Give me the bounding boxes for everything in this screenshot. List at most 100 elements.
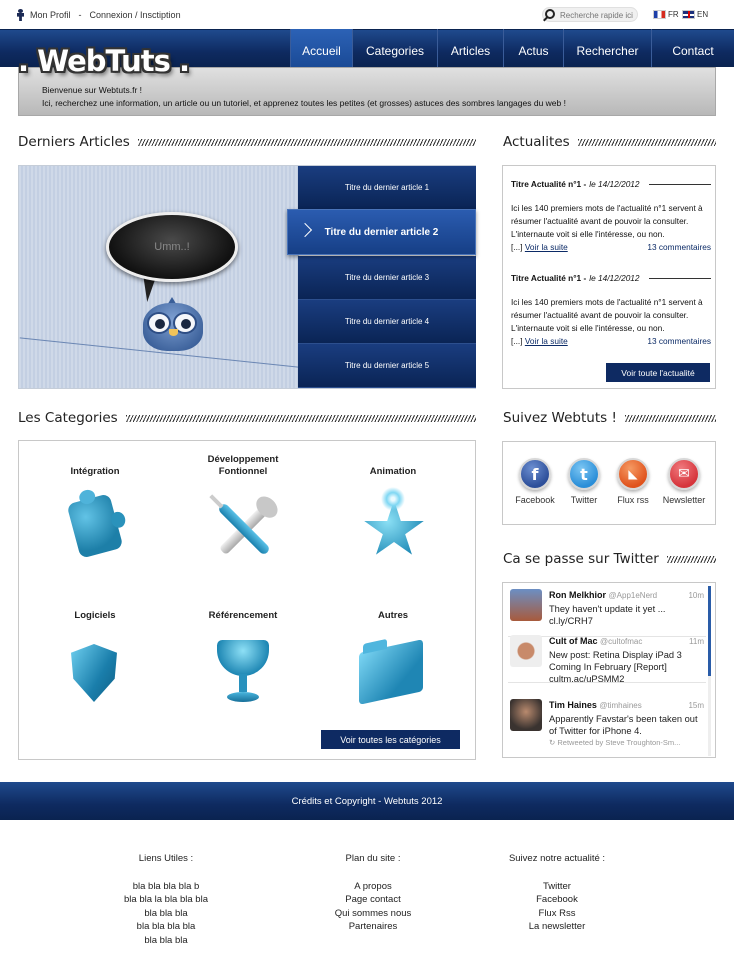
search-icon[interactable]: [545, 9, 555, 19]
profile-link[interactable]: Mon Profil: [30, 10, 71, 20]
twitter-icon[interactable]: t: [568, 458, 600, 490]
footer-link[interactable]: Page contact: [293, 893, 453, 907]
category-label[interactable]: Animation: [333, 454, 453, 478]
slider-article-3[interactable]: Titre du dernier article 3: [298, 256, 476, 300]
category-integration[interactable]: Intégration: [35, 454, 155, 570]
footer-link[interactable]: bla bla bla: [86, 934, 246, 948]
slider-article-label[interactable]: Titre du dernier article 4: [345, 317, 429, 326]
tweet[interactable]: Tim Haines @timhaines 15m Apparently Fav…: [508, 695, 706, 757]
all-news-button[interactable]: Voir toute l'actualité: [606, 363, 710, 382]
avatar[interactable]: [510, 635, 542, 667]
category-label[interactable]: Référencement: [183, 598, 303, 622]
slider-article-5[interactable]: Titre du dernier article 5: [298, 344, 476, 388]
tweet-author[interactable]: Ron Melkhior: [549, 590, 606, 600]
lang-fr[interactable]: FR: [653, 10, 679, 19]
news-read-more[interactable]: Voir la suite: [525, 336, 568, 346]
lang-en-label[interactable]: EN: [697, 10, 708, 19]
slider-article-label[interactable]: Titre du dernier article 3: [345, 273, 429, 282]
nav-categories[interactable]: Categories: [352, 29, 437, 67]
star-icon[interactable]: [353, 486, 433, 570]
footer-column-links: Liens Utiles : bla bla bla bla b bla bla…: [86, 852, 246, 948]
heading-hatch: [137, 138, 476, 146]
news-title[interactable]: Titre Actualité n°1 -: [511, 272, 586, 285]
footer-link[interactable]: A propos: [293, 880, 453, 894]
social-label[interactable]: Newsletter: [658, 495, 710, 505]
category-label[interactable]: Développement Fontionnel: [183, 454, 303, 478]
category-developpement[interactable]: Développement Fontionnel: [183, 454, 303, 570]
footer-link[interactable]: bla bla la bla bla bla: [86, 893, 246, 907]
france-flag-icon[interactable]: [653, 10, 666, 19]
news-comments[interactable]: 13 commentaires: [647, 335, 711, 348]
footer-link[interactable]: Twitter: [477, 880, 637, 894]
avatar[interactable]: [510, 589, 542, 621]
tweet-text: Apparently Favstar's been taken out of T…: [549, 714, 698, 736]
footer-link[interactable]: bla bla bla: [86, 907, 246, 921]
news-title[interactable]: Titre Actualité n°1 -: [511, 178, 586, 191]
tweet-handle: @timhaines: [599, 701, 642, 710]
puzzle-icon[interactable]: [55, 490, 135, 570]
social-twitter[interactable]: t Twitter: [558, 458, 610, 505]
footer-link[interactable]: Facebook: [477, 893, 637, 907]
feed-scrollbar[interactable]: [708, 586, 711, 756]
tweet[interactable]: Ron Melkhior @App1eNerd 10m They haven't…: [508, 585, 706, 637]
nav-contact[interactable]: Contact: [651, 29, 734, 67]
category-logiciels[interactable]: Logiciels: [35, 598, 155, 714]
slider-article-label[interactable]: Titre du dernier article 5: [345, 361, 429, 370]
social-label[interactable]: Flux rss: [607, 495, 659, 505]
lang-fr-label[interactable]: FR: [668, 10, 679, 19]
all-categories-button[interactable]: Voir toutes les catégories: [321, 730, 460, 749]
folder-icon[interactable]: [353, 634, 433, 714]
news-date: le 14/12/2012: [589, 273, 640, 283]
footer-link[interactable]: bla bla bla bla: [86, 920, 246, 934]
nav-actus[interactable]: Actus: [503, 29, 563, 67]
slider-article-label[interactable]: Titre du dernier article 2: [325, 227, 439, 238]
category-referencement[interactable]: Référencement: [183, 598, 303, 714]
tools-icon[interactable]: [203, 490, 283, 570]
social-newsletter[interactable]: ✉ Newsletter: [658, 458, 710, 505]
quick-search[interactable]: [542, 7, 638, 22]
rss-icon[interactable]: ◣: [617, 458, 649, 490]
category-label[interactable]: Autres: [333, 598, 453, 622]
category-autres[interactable]: Autres: [333, 598, 453, 714]
slider-article-4[interactable]: Titre du dernier article 4: [298, 300, 476, 344]
news-comments[interactable]: 13 commentaires: [647, 241, 711, 254]
slider-article-2[interactable]: Titre du dernier article 2: [287, 209, 476, 255]
newsletter-icon[interactable]: ✉: [668, 458, 700, 490]
slider-article-label[interactable]: Titre du dernier article 1: [345, 183, 429, 192]
footer-link[interactable]: Flux Rss: [477, 907, 637, 921]
avatar[interactable]: [510, 699, 542, 731]
nav-accueil[interactable]: Accueil: [290, 29, 352, 67]
nav-rechercher[interactable]: Rechercher: [563, 29, 651, 67]
shield-icon[interactable]: [55, 634, 135, 714]
category-label[interactable]: Logiciels: [35, 598, 155, 622]
tweet-author[interactable]: Tim Haines: [549, 700, 597, 710]
footer-link[interactable]: Qui sommes nous: [293, 907, 453, 921]
follow-heading: Suivez Webtuts !: [503, 410, 716, 426]
category-label[interactable]: Intégration: [35, 454, 155, 478]
login-link[interactable]: Connexion / Insctiption: [90, 10, 181, 20]
site-logo[interactable]: . WebTuts .: [18, 44, 190, 78]
social-label[interactable]: Facebook: [509, 495, 561, 505]
category-animation[interactable]: Animation: [333, 454, 453, 570]
footer-link[interactable]: Partenaires: [293, 920, 453, 934]
uk-flag-icon[interactable]: [682, 10, 695, 19]
tweet-author[interactable]: Cult of Mac: [549, 636, 598, 646]
search-input[interactable]: [560, 9, 636, 21]
social-rss[interactable]: ◣ Flux rss: [607, 458, 659, 505]
trophy-icon[interactable]: [203, 634, 283, 714]
social-facebook[interactable]: f Facebook: [509, 458, 561, 505]
footer-link[interactable]: La newsletter: [477, 920, 637, 934]
facebook-icon[interactable]: f: [519, 458, 551, 490]
social-label[interactable]: Twitter: [558, 495, 610, 505]
slider-article-1[interactable]: Titre du dernier article 1: [298, 166, 476, 210]
lang-en[interactable]: EN: [682, 10, 708, 19]
nav-articles[interactable]: Articles: [437, 29, 503, 67]
twitter-feed[interactable]: Ron Melkhior @App1eNerd 10m They haven't…: [502, 582, 716, 758]
footer-link[interactable]: bla bla bla bla b: [86, 880, 246, 894]
heading-hatch: [577, 138, 716, 146]
twitter-heading: Ca se passe sur Twitter: [503, 551, 716, 567]
news-read-more[interactable]: Voir la suite: [525, 242, 568, 252]
scrollbar-thumb[interactable]: [708, 586, 711, 676]
tweet[interactable]: Cult of Mac @cultofmac 11m New post: Ret…: [508, 631, 706, 684]
slide-image[interactable]: Umm..!: [19, 166, 299, 388]
